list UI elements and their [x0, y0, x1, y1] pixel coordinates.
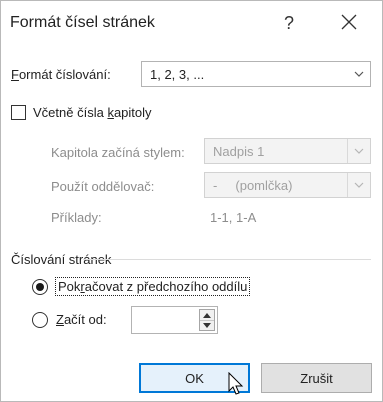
section-divider: [83, 259, 371, 260]
chevron-down-icon[interactable]: [347, 173, 370, 197]
close-button[interactable]: [338, 11, 360, 33]
examples-label: Příklady:: [51, 210, 102, 225]
triangle-up-icon: [203, 312, 211, 318]
start-at-radio[interactable]: [32, 312, 48, 328]
close-icon: [341, 14, 357, 30]
include-chapter-checkbox[interactable]: [11, 105, 26, 120]
separator-label: Použít oddělovač:: [51, 179, 155, 194]
chapter-style-value: Nadpis 1: [213, 144, 265, 159]
continue-radio[interactable]: [32, 279, 48, 295]
number-format-label: Formát číslování:: [11, 67, 111, 82]
number-format-select[interactable]: 1, 2, 3, ...: [141, 61, 371, 87]
chevron-down-icon[interactable]: [347, 139, 370, 163]
stepper-buttons: [199, 309, 215, 331]
separator-value: - (pomlčka): [213, 178, 293, 193]
cancel-button[interactable]: Zrušit: [261, 363, 372, 393]
chevron-down-icon[interactable]: [348, 62, 370, 86]
help-button[interactable]: ?: [284, 13, 294, 34]
examples-value: 1-1, 1-A: [210, 210, 257, 225]
number-format-value: 1, 2, 3, ...: [150, 67, 205, 82]
title-bar: Formát čísel stránek ?: [1, 1, 382, 49]
dialog-title: Formát čísel stránek: [10, 14, 155, 31]
start-at-label[interactable]: Začít od:: [56, 312, 107, 327]
chapter-style-label: Kapitola začíná stylem:: [51, 145, 185, 160]
stepper-down-button[interactable]: [200, 320, 214, 330]
triangle-down-icon: [203, 322, 211, 328]
chapter-style-select[interactable]: Nadpis 1: [204, 138, 371, 164]
start-at-stepper[interactable]: [131, 306, 218, 334]
include-chapter-label[interactable]: Včetně čísla kapitoly: [33, 105, 152, 120]
page-number-format-dialog: Formát čísel stránek ? Formát číslování:…: [0, 0, 383, 402]
mouse-pointer-icon: [228, 372, 244, 395]
separator-select[interactable]: - (pomlčka): [204, 172, 371, 198]
continue-label[interactable]: Pokračovat z předchozího oddílu: [54, 277, 251, 296]
